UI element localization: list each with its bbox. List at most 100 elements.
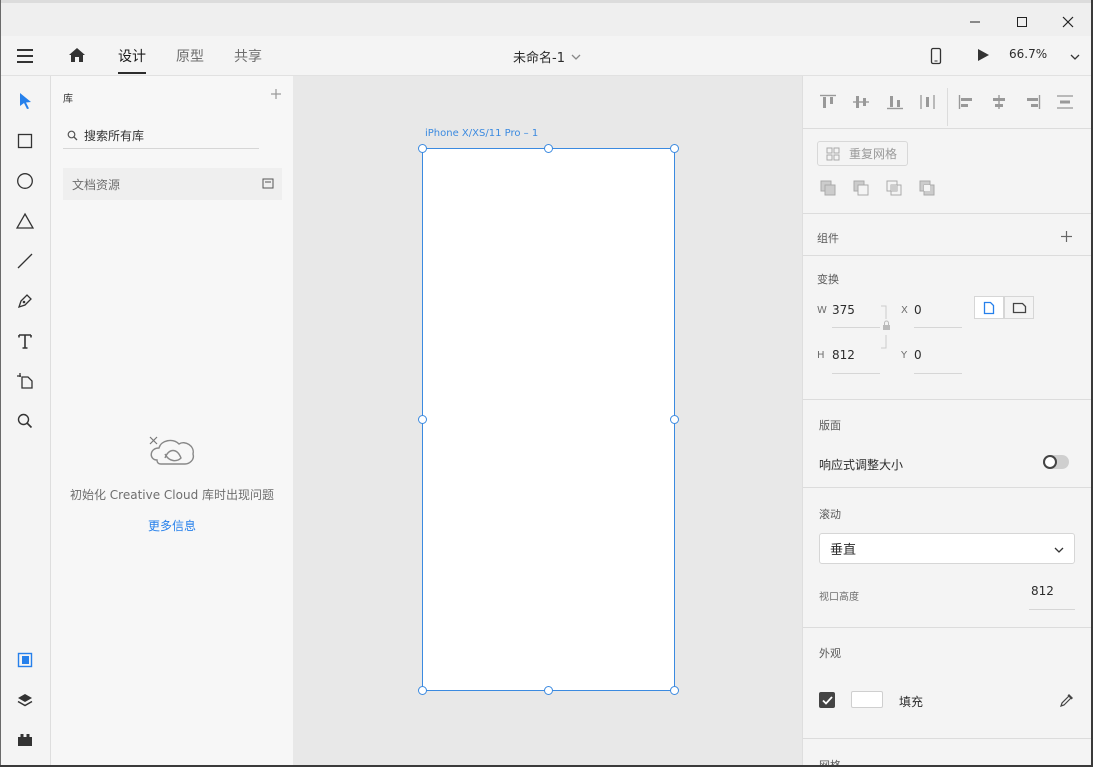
tab-design[interactable]: 设计 [118,46,146,66]
zoom-dropdown[interactable] [1070,50,1080,64]
section-divider [803,399,1092,400]
ellipse-tool[interactable] [13,169,37,193]
appearance-section-title: 外观 [819,647,841,660]
design-canvas[interactable]: iPhone X/XS/11 Pro – 1 [293,76,802,765]
boolean-exclude-button[interactable] [919,180,935,199]
resize-handle-left[interactable] [418,415,427,424]
resize-handle-top[interactable] [544,144,553,153]
viewport-height-input[interactable]: 812 [1031,584,1054,598]
portrait-orientation-button[interactable] [974,296,1004,319]
text-icon [18,334,32,349]
zoom-level[interactable]: 66.7% [1009,47,1047,61]
panel-collapse-icon [262,178,274,189]
tool-bar [0,76,51,765]
menu-button[interactable] [16,47,36,68]
libraries-panel-button[interactable] [13,648,37,672]
rectangle-tool[interactable] [13,129,37,153]
viewport-height-underline [1029,609,1075,610]
pointer-icon [20,93,31,109]
document-assets-label: 文档资源 [72,177,121,192]
resize-handle-top-right[interactable] [670,144,679,153]
document-title-dropdown[interactable]: 未命名-1 [513,47,581,66]
maximize-button[interactable] [1007,9,1037,35]
window-border [0,0,1,767]
tab-prototype[interactable]: 原型 [176,46,204,66]
line-icon [17,253,33,269]
library-search-field[interactable]: 搜索所有库 [63,123,259,149]
scroll-section-title: 滚动 [819,508,841,521]
distribute-horizontal-button[interactable] [919,94,937,113]
align-right-button[interactable] [1023,94,1041,113]
add-component-button[interactable] [1061,231,1072,245]
select-tool[interactable] [13,89,37,113]
eyedropper-button[interactable] [1059,692,1075,711]
home-button[interactable] [67,46,87,67]
align-bottom-button[interactable] [886,94,904,113]
align-top-button[interactable] [819,94,837,113]
distribute-vertical-button[interactable] [1056,94,1074,113]
align-left-button[interactable] [958,94,976,113]
resize-handle-bottom[interactable] [544,686,553,695]
align-divider [947,88,948,126]
align-middle-button[interactable] [852,94,870,113]
creative-cloud-error-icon [149,436,195,465]
device-preview-button[interactable] [930,47,942,68]
components-section-title: 组件 [817,232,839,245]
line-tool[interactable] [13,249,37,273]
align-left-icon [958,95,972,109]
pen-tool[interactable] [13,289,37,313]
artboard-label[interactable]: iPhone X/XS/11 Pro – 1 [425,128,538,139]
eyedropper-icon [1060,694,1073,707]
more-info-link[interactable]: 更多信息 [51,517,293,534]
play-preview-button[interactable] [976,47,990,66]
x-input[interactable]: 0 [914,303,922,317]
align-top-icon [820,94,836,108]
zoom-tool[interactable] [13,409,37,433]
layers-panel-button[interactable] [13,688,37,712]
scroll-direction-value: 垂直 [830,543,857,558]
close-button[interactable] [1053,9,1083,35]
layout-section-title: 版面 [819,419,841,432]
scroll-direction-select[interactable]: 垂直 [819,533,1075,564]
lock-aspect-ratio-button[interactable] [881,305,891,352]
boolean-intersect-button[interactable] [886,180,902,199]
y-input[interactable]: 0 [914,348,922,362]
height-input[interactable]: 812 [832,348,855,362]
section-divider [803,128,1092,129]
fill-checkbox[interactable] [819,692,835,708]
hamburger-icon [17,49,33,63]
boolean-subtract-button[interactable] [853,180,869,199]
pen-icon [17,294,32,309]
repeat-grid-button[interactable]: 重复网格 [817,141,908,166]
minimize-button[interactable] [960,9,990,35]
fill-color-swatch[interactable] [851,691,883,708]
height-input-underline [832,373,880,374]
plugins-panel-button[interactable] [13,728,37,752]
document-assets-item[interactable]: 文档资源 [63,168,282,200]
library-panel: 库 搜索所有库 文档资源 初始化 Creative Cloud 库时出现问题 更… [51,76,293,765]
resize-handle-bottom-right[interactable] [670,686,679,695]
add-library-button[interactable] [270,88,282,103]
landscape-orientation-button[interactable] [1004,296,1034,319]
artboard-tool[interactable] [13,369,37,393]
text-tool[interactable] [13,329,37,353]
responsive-resize-toggle[interactable] [1043,455,1069,469]
tab-share[interactable]: 共享 [234,46,262,66]
library-error-message: 初始化 Creative Cloud 库时出现问题 [69,488,275,502]
width-input[interactable]: 375 [832,303,855,317]
polygon-tool[interactable] [13,209,37,233]
resize-handle-top-left[interactable] [418,144,427,153]
responsive-resize-label: 响应式调整大小 [819,458,904,472]
align-center-button[interactable] [990,94,1008,113]
boolean-add-button[interactable] [820,180,836,199]
property-inspector: 重复网格 组件 变换 W 375 X 0 H 812 Y 0 版面 响应式调整大… [802,76,1092,767]
distribute-horizontal-icon [920,95,935,109]
checkmark-icon [821,695,833,705]
resize-handle-right[interactable] [670,415,679,424]
search-input[interactable]: 搜索所有库 [84,127,144,144]
artboard[interactable] [422,148,675,691]
x-input-underline [914,327,962,328]
section-divider [803,487,1092,488]
resize-handle-bottom-left[interactable] [418,686,427,695]
section-divider [803,738,1092,739]
